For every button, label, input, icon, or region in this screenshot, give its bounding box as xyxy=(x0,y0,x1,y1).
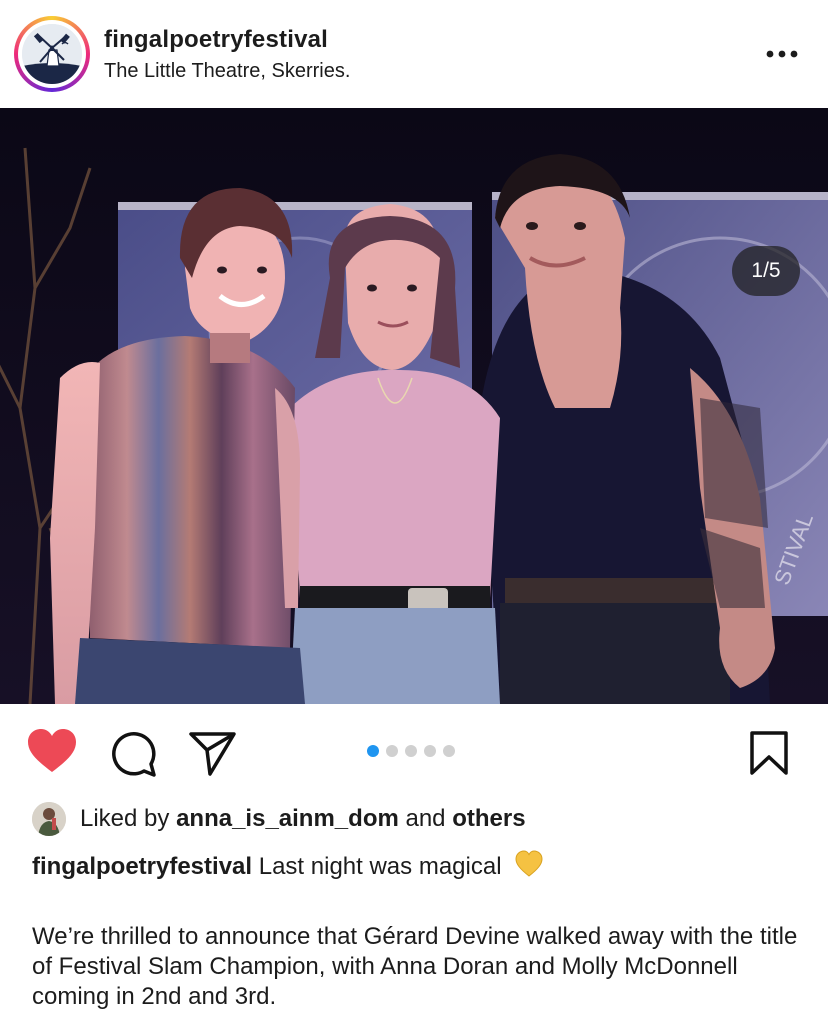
post-caption: fingalpoetryfestival Last night was magi… xyxy=(32,850,802,1012)
carousel-dot xyxy=(405,745,417,757)
avatar-border xyxy=(18,20,86,88)
post-photo[interactable]: STIVAL 1/5 xyxy=(0,108,828,704)
avatar[interactable] xyxy=(22,24,82,84)
carousel-dot xyxy=(424,745,436,757)
photo-image: STIVAL xyxy=(0,108,828,704)
share-button[interactable] xyxy=(188,730,238,781)
save-button[interactable] xyxy=(748,730,790,781)
heart-icon xyxy=(28,729,76,772)
comment-icon xyxy=(112,732,156,777)
post-username[interactable]: fingalpoetryfestival xyxy=(104,26,328,54)
likes-prefix: Liked by xyxy=(80,805,170,832)
likes-others-link[interactable]: others xyxy=(452,805,525,832)
likes-summary[interactable]: Liked by anna_is_ainm_dom and others xyxy=(32,800,812,840)
likes-joiner: and xyxy=(405,805,446,832)
windmill-logo-icon xyxy=(22,24,82,84)
like-button[interactable] xyxy=(26,728,78,779)
comment-button[interactable] xyxy=(108,728,158,783)
caption-username[interactable]: fingalpoetryfestival xyxy=(32,853,252,880)
carousel-dot xyxy=(443,745,455,757)
more-options-button[interactable] xyxy=(758,36,806,72)
carousel-dot xyxy=(367,745,379,757)
bookmark-icon xyxy=(750,731,788,775)
more-options-icon xyxy=(766,50,798,58)
carousel-counter: 1/5 xyxy=(732,246,800,296)
instagram-post: fingalpoetryfestival The Little Theatre,… xyxy=(0,0,828,1036)
action-bar xyxy=(0,704,828,800)
share-icon xyxy=(189,732,236,776)
yellow-heart-emoji xyxy=(515,850,543,877)
liker-avatar[interactable] xyxy=(32,802,66,836)
post-header: fingalpoetryfestival The Little Theatre,… xyxy=(0,0,828,108)
caption-body: We’re thrilled to announce that Gérard D… xyxy=(32,923,798,1010)
liker-username[interactable]: anna_is_ainm_dom xyxy=(176,805,399,832)
liker-avatar-image xyxy=(32,802,66,836)
caption-headline: Last night was magical xyxy=(258,853,502,880)
story-ring[interactable] xyxy=(14,16,90,92)
likes-text: Liked by anna_is_ainm_dom and others xyxy=(80,805,526,833)
post-location[interactable]: The Little Theatre, Skerries. xyxy=(104,60,350,83)
carousel-dot xyxy=(386,745,398,757)
caption-headline-row: fingalpoetryfestival Last night was magi… xyxy=(32,850,802,882)
